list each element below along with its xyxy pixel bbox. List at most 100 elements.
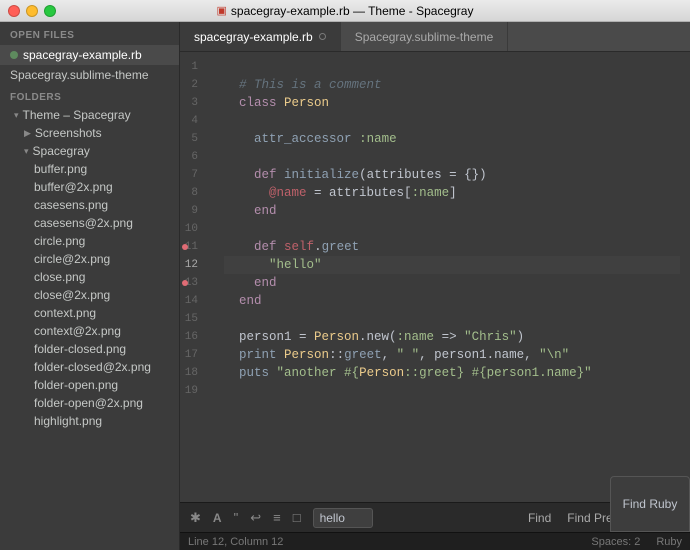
folder-spacegray-name: Spacegray — [33, 144, 90, 158]
file-name: casesens@2x.png — [34, 216, 133, 230]
expand-icon: ▾ — [14, 110, 19, 121]
tab-ruby-label: spacegray-example.rb — [194, 30, 313, 44]
sidebar-file-theme[interactable]: Spacegray.sublime-theme — [0, 65, 179, 85]
language-indicator: Ruby — [656, 536, 682, 548]
folder-root-name: Theme – Spacegray — [23, 108, 131, 122]
find-button[interactable]: Find — [520, 509, 559, 527]
file-name: casesens.png — [34, 198, 108, 212]
wrap-icon[interactable]: ↩ — [248, 508, 263, 528]
find-ruby-panel[interactable]: Find Ruby — [610, 476, 690, 532]
titlebar-icon: ▣ — [217, 4, 227, 17]
titlebar-title: spacegray-example.rb — Theme - Spacegray — [231, 4, 474, 18]
file-name: context.png — [34, 306, 96, 320]
file-name: buffer.png — [34, 162, 87, 176]
ln-11: 11 — [180, 238, 206, 256]
ln-10: 10 — [180, 220, 206, 238]
content-area: spacegray-example.rb Spacegray.sublime-t… — [180, 22, 690, 550]
file-name: circle@2x.png — [34, 252, 110, 266]
ln-16: 16 — [180, 328, 206, 346]
code-line-5: attr_accessor :name — [224, 130, 680, 148]
file-name: folder-closed.png — [34, 342, 126, 356]
code-line-7: def initialize(attributes = {}) — [224, 166, 680, 184]
file-highlight[interactable]: highlight.png — [0, 412, 179, 430]
file-name: circle.png — [34, 234, 85, 248]
search-value: hello — [320, 511, 345, 525]
folder-screenshots[interactable]: ▶ Screenshots — [0, 124, 179, 142]
file-folder-open2x[interactable]: folder-open@2x.png — [0, 394, 179, 412]
code-line-17: print Person::greet, " ", person1.name, … — [224, 346, 680, 364]
file-close2x[interactable]: close@2x.png — [0, 286, 179, 304]
ln-6: 6 — [180, 148, 206, 166]
code-line-11: def self.greet — [224, 238, 680, 256]
collapse-icon: ▶ — [24, 128, 31, 139]
file-buffer[interactable]: buffer.png — [0, 160, 179, 178]
tab-theme[interactable]: Spacegray.sublime-theme — [341, 22, 509, 51]
sidebar-file-ruby-name: spacegray-example.rb — [23, 48, 142, 62]
file-name: close.png — [34, 270, 85, 284]
close-button[interactable] — [8, 5, 20, 17]
status-right: Spaces: 2 Ruby — [591, 536, 682, 548]
active-dot — [10, 51, 18, 59]
titlebar: ▣ spacegray-example.rb — Theme - Spacegr… — [0, 0, 690, 22]
file-circle2x[interactable]: circle@2x.png — [0, 250, 179, 268]
ln-12: 12 — [180, 256, 206, 274]
file-casesens[interactable]: casesens.png — [0, 196, 179, 214]
ln-8: 8 — [180, 184, 206, 202]
ln-17: 17 — [180, 346, 206, 364]
tab-ruby[interactable]: spacegray-example.rb — [180, 22, 341, 51]
code-line-16: person1 = Person.new(:name => "Chris") — [224, 328, 680, 346]
ln-5: 5 — [180, 130, 206, 148]
code-line-15 — [224, 310, 680, 328]
ln-3: 3 — [180, 94, 206, 112]
file-name: folder-open@2x.png — [34, 396, 143, 410]
quotes-icon[interactable]: " — [232, 508, 241, 527]
ln-2: 2 — [180, 76, 206, 94]
search-input-wrapper[interactable]: hello — [313, 508, 373, 528]
file-context[interactable]: context.png — [0, 304, 179, 322]
file-casesens2x[interactable]: casesens@2x.png — [0, 214, 179, 232]
sidebar-file-ruby[interactable]: spacegray-example.rb — [0, 45, 179, 65]
ln-19: 19 — [180, 382, 206, 400]
code-line-6 — [224, 148, 680, 166]
file-folder-open[interactable]: folder-open.png — [0, 376, 179, 394]
file-folder-closed2x[interactable]: folder-closed@2x.png — [0, 358, 179, 376]
file-name: highlight.png — [34, 414, 102, 428]
file-name: folder-closed@2x.png — [34, 360, 151, 374]
code-line-12: "hello" — [224, 256, 680, 274]
ln-15: 15 — [180, 310, 206, 328]
tabs-bar: spacegray-example.rb Spacegray.sublime-t… — [180, 22, 690, 52]
main-layout: OPEN FILES spacegray-example.rb Spacegra… — [0, 22, 690, 550]
minimize-button[interactable] — [26, 5, 38, 17]
box-icon[interactable]: □ — [291, 508, 303, 527]
folder-screenshots-name: Screenshots — [35, 126, 102, 140]
file-name: folder-open.png — [34, 378, 118, 392]
ln-9: 9 — [180, 202, 206, 220]
case-icon[interactable]: A — [211, 509, 224, 527]
code-line-2: # This is a comment — [224, 76, 680, 94]
menu-icon[interactable]: ≡ — [271, 508, 283, 527]
content-wrapper: spacegray-example.rb Spacegray.sublime-t… — [180, 22, 690, 550]
cursor-position: Line 12, Column 12 — [188, 536, 283, 548]
code-content: # This is a comment class Person attr_ac… — [214, 52, 690, 502]
line-numbers: 1 2 3 4 5 6 7 8 9 10 11 12 13 14 15 16 1 — [180, 52, 214, 502]
asterisk-icon[interactable]: ✱ — [188, 508, 203, 528]
maximize-button[interactable] — [44, 5, 56, 17]
sidebar-file-theme-name: Spacegray.sublime-theme — [10, 68, 149, 82]
file-circle[interactable]: circle.png — [0, 232, 179, 250]
file-folder-closed[interactable]: folder-closed.png — [0, 340, 179, 358]
file-context2x[interactable]: context@2x.png — [0, 322, 179, 340]
folder-spacegray[interactable]: ▾ Spacegray — [0, 142, 179, 160]
file-buffer2x[interactable]: buffer@2x.png — [0, 178, 179, 196]
code-line-14: end — [224, 292, 680, 310]
code-editor[interactable]: 1 2 3 4 5 6 7 8 9 10 11 12 13 14 15 16 1 — [180, 52, 690, 502]
folders-label: FOLDERS — [0, 89, 179, 106]
file-name: buffer@2x.png — [34, 180, 113, 194]
file-close[interactable]: close.png — [0, 268, 179, 286]
ln-7: 7 — [180, 166, 206, 184]
file-name: close@2x.png — [34, 288, 110, 302]
folder-root[interactable]: ▾ Theme – Spacegray — [0, 106, 179, 124]
spaces-indicator: Spaces: 2 — [591, 536, 640, 548]
ln-13: 13 — [180, 274, 206, 292]
code-line-1 — [224, 58, 680, 76]
sidebar: OPEN FILES spacegray-example.rb Spacegra… — [0, 22, 180, 550]
